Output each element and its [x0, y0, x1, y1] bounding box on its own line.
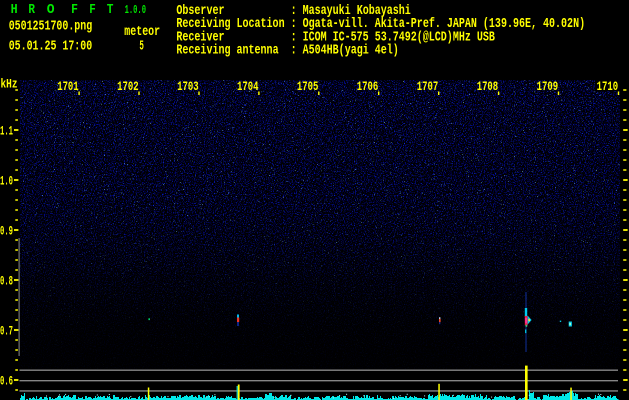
svg-text:F: F	[71, 2, 78, 18]
svg-text:1.1: 1.1	[0, 123, 13, 138]
svg-text:F: F	[89, 2, 96, 18]
svg-text:1706: 1706	[357, 79, 379, 94]
svg-text:5: 5	[139, 38, 144, 54]
svg-text:1.0.0: 1.0.0	[125, 3, 146, 17]
svg-text:T: T	[107, 2, 114, 18]
svg-text:1704: 1704	[237, 79, 259, 94]
svg-text:1708: 1708	[477, 79, 499, 94]
svg-text:0.9: 0.9	[0, 223, 13, 238]
svg-text:1709: 1709	[537, 79, 559, 94]
svg-text:0.6: 0.6	[0, 373, 13, 388]
svg-text:0.7: 0.7	[0, 323, 13, 338]
svg-text:05.01.25 17:00: 05.01.25 17:00	[9, 38, 93, 54]
svg-text:H: H	[11, 2, 18, 18]
svg-text:1705: 1705	[297, 79, 319, 94]
svg-text:Receiving antenna : A504HB(ya: Receiving antenna : A504HB(yagi 4el)	[176, 43, 398, 59]
svg-text:1707: 1707	[417, 79, 439, 94]
svg-text:1.0: 1.0	[0, 173, 13, 188]
svg-text:R: R	[28, 2, 35, 18]
svg-text:1701: 1701	[57, 79, 79, 94]
svg-text:0501251700.png: 0501251700.png	[9, 18, 93, 34]
svg-text:O: O	[47, 2, 55, 18]
svg-text:1702: 1702	[117, 79, 139, 94]
svg-text:0.8: 0.8	[0, 273, 13, 288]
svg-text:1703: 1703	[177, 79, 199, 94]
svg-text:1710: 1710	[597, 79, 619, 94]
svg-text:kHz: kHz	[1, 77, 18, 92]
